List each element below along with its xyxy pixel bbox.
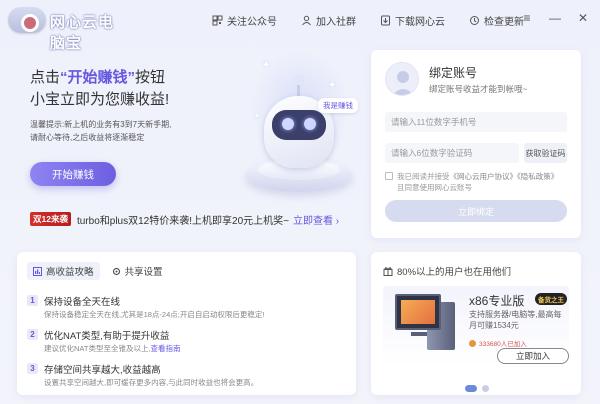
tip-description: 建议优化NAT类型至全锥及以上,查看指南 xyxy=(44,343,181,354)
window-controls: ≡ — ✕ xyxy=(520,10,590,26)
download-icon xyxy=(381,15,390,26)
qr-icon xyxy=(212,15,223,26)
product-name: x86专业版 xyxy=(469,294,525,308)
phone-input[interactable]: 请输入11位数字手机号 xyxy=(385,112,567,132)
app-title: 网心云电脑宝 xyxy=(50,14,115,52)
download-link[interactable]: 下载网心云 xyxy=(380,13,445,28)
tip-title: 优化NAT类型,有助于提升收益 xyxy=(44,331,170,342)
agreement-prefix: 我已阅读并接受 xyxy=(397,172,450,181)
app-logo: 网心云电脑宝 xyxy=(8,7,126,52)
user-icon xyxy=(469,339,476,347)
bind-account-subtitle: 绑定账号收益才能到帐哦~ xyxy=(429,84,528,94)
minimize-button[interactable]: — xyxy=(548,10,562,26)
privacy-policy-link[interactable]: 《隐私政策》 xyxy=(517,172,558,181)
tip-description-text: 建议优化NAT类型至全锥及以上, xyxy=(44,344,151,353)
sparkle-icon: ✦ xyxy=(262,60,271,71)
title-bar: 网心云电脑宝 关注公众号 加入社群 下载网心云 检查更新 ≡ — ✕ xyxy=(0,0,600,52)
product-description: 支持服务器/电脑等,最高每月可赚1534元 xyxy=(469,310,562,330)
promo-badge: 双12来袭 xyxy=(30,212,71,226)
sparkle-icon: ✦ xyxy=(254,113,260,120)
join-count: 333680人已加入 xyxy=(469,338,527,348)
follow-official-account-label: 关注公众号 xyxy=(227,17,277,28)
logo-icon xyxy=(8,7,46,33)
tab-earning-guide-label: 高收益攻略 xyxy=(46,267,94,278)
hero-headline-1: 点击“开始赚钱”按钮 xyxy=(30,66,165,87)
verification-code-input[interactable]: 请输入6位数字验证码 xyxy=(385,143,519,163)
robot-antenna-tip xyxy=(293,74,304,85)
tip-number: 2 xyxy=(27,329,38,340)
computer-icon xyxy=(391,290,461,356)
robot-illustration: ✦ ✦ ✦ 我是赚钱 xyxy=(232,50,368,200)
tips-tabs: 高收益攻略 共享设置 xyxy=(27,262,175,280)
chart-icon xyxy=(33,266,42,276)
sparkle-icon: ✦ xyxy=(328,80,337,91)
menu-button[interactable]: ≡ xyxy=(520,10,534,26)
join-community-label: 加入社群 xyxy=(316,17,356,28)
pc-stand xyxy=(411,332,427,336)
tip-title: 存储空间共享越大,收益越高 xyxy=(44,365,161,376)
tip-description: 设置共享空间越大,即可缓存更多内容,与此同时收益也将会更高。 xyxy=(44,378,259,387)
carousel-dot[interactable] xyxy=(482,385,489,392)
top-links: 关注公众号 加入社群 下载网心云 检查更新 xyxy=(188,13,524,28)
bind-now-button[interactable]: 立即绑定 xyxy=(385,200,567,222)
avatar xyxy=(385,62,419,96)
bind-account-title: 绑定账号 xyxy=(429,66,478,80)
join-community-link[interactable]: 加入社群 xyxy=(301,13,356,28)
user-avatar-icon xyxy=(392,71,414,95)
robot-eye xyxy=(304,118,316,130)
close-button[interactable]: ✕ xyxy=(576,10,590,26)
robot-eye xyxy=(282,118,294,130)
agreement-checkbox[interactable] xyxy=(385,172,393,180)
hero-suffix: 按钮 xyxy=(135,69,166,86)
update-icon xyxy=(470,16,479,25)
hero-tip: 温馨提示:新上机的业务有3到7天新手期, 请耐心等待,之后收益将逐渐稳定 xyxy=(30,118,240,144)
join-now-button[interactable]: 立即加入 xyxy=(497,348,569,364)
view-guide-link[interactable]: 查看指南 xyxy=(151,344,181,353)
promo-banner[interactable]: 双12来袭 turbo和plus双12特价来袭!上机即享20元上机奖~ 立即查看… xyxy=(30,208,360,230)
robot-face xyxy=(272,110,326,140)
tip-title: 保持设备全天在线 xyxy=(44,297,121,308)
carousel-dot-active[interactable] xyxy=(465,385,477,392)
agreement-suffix: 且同意使用网心云账号 xyxy=(397,183,472,192)
tab-share-settings-label: 共享设置 xyxy=(124,267,163,278)
promo-view-link[interactable]: 立即查看 › xyxy=(293,212,339,227)
gear-icon xyxy=(112,267,120,275)
tip-number: 1 xyxy=(27,295,38,306)
bind-account-card: 绑定账号 绑定账号收益才能到帐哦~ 请输入11位数字手机号 请输入6位数字验证码… xyxy=(371,50,581,238)
join-count-text: 333680人已加入 xyxy=(479,341,527,348)
tab-share-settings[interactable]: 共享设置 xyxy=(106,262,169,280)
download-label: 下载网心云 xyxy=(395,17,445,28)
carousel-indicators xyxy=(465,385,489,392)
hero-headline-2: 小宝立即为您赚收益! xyxy=(30,91,170,108)
check-update-label: 检查更新 xyxy=(484,17,524,28)
user-agreement-link[interactable]: 《网心云用户协议》 xyxy=(450,172,518,181)
hero-prefix: 点击 xyxy=(30,69,61,86)
gift-icon xyxy=(383,267,393,276)
agreement-text: 我已阅读并接受《网心云用户协议》《隐私政策》 且同意使用网心云账号 xyxy=(385,171,567,193)
product-header-text: 80%以上的用户也在用他们 xyxy=(397,267,512,278)
start-earning-button[interactable]: 开始赚钱 xyxy=(30,162,116,186)
product-header: 80%以上的用户也在用他们 xyxy=(383,264,511,278)
hero-tip-line-2: 请耐心等待,之后收益将逐渐稳定 xyxy=(30,133,145,142)
tip-number: 3 xyxy=(27,363,38,374)
tip-description: 保持设备稳定全天在线,尤其是18点-24点;开启自启动权限后更稳定! xyxy=(44,310,265,319)
robot-speech-bubble: 我是赚钱 xyxy=(318,98,358,113)
get-code-button[interactable]: 获取验证码 xyxy=(524,143,567,163)
hero-tip-line-1: 温馨提示:新上机的业务有3到7天新手期, xyxy=(30,120,172,129)
product-badge: 备货之王 xyxy=(535,293,567,305)
earning-tips-card: 高收益攻略 共享设置 1 保持设备全天在线 保持设备稳定全天在线,尤其是18点-… xyxy=(17,252,356,395)
hero-highlight: “开始赚钱” xyxy=(60,69,136,86)
community-icon xyxy=(302,15,311,26)
pc-monitor xyxy=(395,294,441,330)
recommended-product-card: 80%以上的用户也在用他们 x86专业版 备货之王 支持服务器/电脑等,最高每月… xyxy=(371,252,581,395)
check-update-link[interactable]: 检查更新 xyxy=(469,13,524,28)
follow-official-account-link[interactable]: 关注公众号 xyxy=(212,13,277,28)
promo-text: turbo和plus双12特价来袭!上机即享20元上机奖~ xyxy=(76,215,289,227)
tab-earning-guide[interactable]: 高收益攻略 xyxy=(27,262,100,280)
